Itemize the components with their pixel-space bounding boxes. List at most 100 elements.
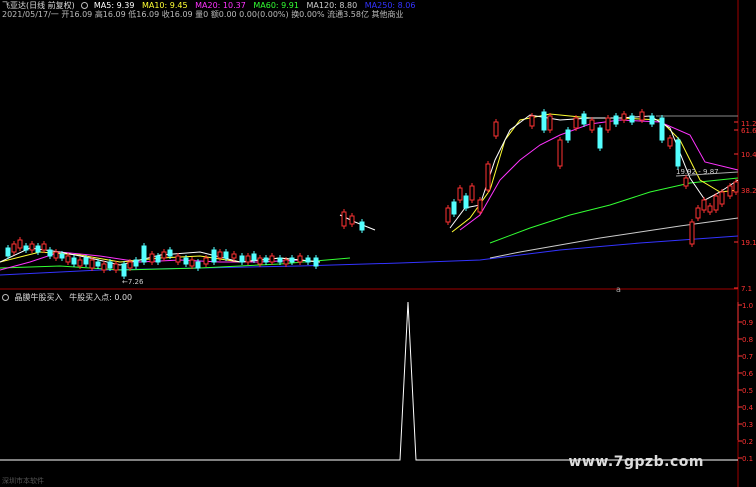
candle-up	[707, 205, 713, 213]
candle-up	[719, 191, 725, 205]
ind-label: 0.1	[742, 455, 754, 463]
candle-up	[269, 255, 275, 263]
price-label: 7.1	[741, 285, 753, 293]
candle-up	[701, 199, 707, 211]
ma20-label: MA20: 10.37	[195, 1, 246, 10]
candle-up	[485, 163, 491, 191]
candle-down	[463, 195, 469, 209]
candle-down	[359, 221, 365, 231]
candle-up	[101, 263, 107, 271]
low-price-marker: ←7.26	[122, 278, 144, 286]
candle-up	[65, 255, 71, 263]
indicator-spike-line	[0, 301, 738, 461]
quote-high: 高16.09	[94, 10, 126, 19]
candle-down	[541, 111, 547, 131]
ind-label: 1.0	[742, 302, 754, 310]
candle-down	[155, 255, 161, 263]
candle-down	[659, 117, 665, 141]
indicator-settings-icon[interactable]	[2, 294, 9, 301]
candle-down	[121, 263, 127, 277]
candle-down	[613, 115, 619, 125]
candle-up	[557, 139, 563, 167]
candle-down	[47, 249, 53, 257]
candle-down	[277, 257, 283, 263]
chart-canvas[interactable]	[0, 0, 756, 487]
candle-down	[649, 115, 655, 125]
ind-label: 0.7	[742, 353, 754, 361]
ma10-label: MA10: 9.45	[141, 1, 188, 10]
candle-up	[733, 181, 739, 193]
candle-up	[113, 263, 119, 271]
candle-up	[683, 177, 689, 187]
quote-volume: 量0	[195, 10, 209, 19]
candle-down	[141, 245, 147, 263]
candle-up	[713, 195, 719, 211]
ma60-line-right	[489, 177, 739, 244]
candle-up	[573, 117, 579, 129]
candle-down	[23, 245, 29, 251]
candle-down	[223, 251, 229, 259]
candle-up	[605, 117, 611, 131]
indicator-title: 晶膜牛股买入	[14, 293, 63, 302]
candle-up	[493, 121, 499, 137]
candle-down	[107, 261, 113, 269]
quote-open: 开16.09	[61, 10, 93, 19]
ind-label: 0.6	[742, 370, 754, 378]
candle-down	[263, 257, 269, 263]
quote-low: 低16.09	[128, 10, 160, 19]
candle-down	[83, 257, 89, 265]
price-label: 38.2	[741, 187, 756, 195]
price-label: 10.4	[741, 151, 756, 159]
candle-down	[5, 247, 11, 257]
candle-up	[189, 259, 195, 267]
candle-down	[597, 127, 603, 149]
candle-up	[689, 221, 695, 245]
settings-circle-icon[interactable]	[81, 2, 89, 9]
candle-up	[297, 255, 303, 263]
price-axis-ticks	[734, 121, 738, 289]
price-label: 19.1	[741, 239, 756, 247]
watermark: www.7gpzb.com	[568, 454, 704, 470]
candle-up	[149, 253, 155, 263]
ind-label: 0.5	[742, 387, 754, 395]
ma250-label: MA250: 8.06	[364, 1, 416, 10]
candle-down	[167, 249, 173, 257]
quote-amount: 额0.00	[210, 10, 237, 19]
quote-float: 流通3.58亿	[327, 10, 369, 19]
candle-up	[667, 137, 673, 147]
indicator-value: 牛股买入点: 0.00	[69, 293, 133, 302]
candle-down	[59, 253, 65, 259]
candle-up	[41, 243, 47, 251]
candle-up	[175, 255, 181, 263]
candle-down	[239, 255, 245, 263]
candle-up	[349, 215, 355, 225]
candle-up	[17, 239, 23, 249]
chart-mode-button[interactable]: a	[616, 285, 621, 294]
candle-up	[217, 251, 223, 259]
candle-up	[283, 259, 289, 265]
candle-up	[589, 119, 595, 131]
ind-label: 0.4	[742, 404, 754, 412]
candle-up	[477, 199, 483, 213]
candle-up	[53, 251, 59, 259]
candle-down	[133, 259, 139, 267]
candle-down	[451, 201, 457, 215]
candle-up	[341, 211, 347, 227]
quote-sector: 其他商业	[371, 10, 404, 19]
candle-down	[675, 139, 681, 167]
candle-up	[695, 207, 701, 219]
candle-down	[95, 261, 101, 267]
quote-close: 收16.09	[161, 10, 193, 19]
candle-down	[195, 261, 201, 269]
candle-up	[29, 243, 35, 251]
candle-up	[161, 251, 167, 259]
candle-up	[529, 115, 535, 127]
candle-up	[727, 185, 733, 197]
candle-up	[127, 261, 133, 269]
candle-up	[639, 111, 645, 121]
candle-down	[565, 129, 571, 141]
indicator-header: 晶膜牛股买入 牛股买入点: 0.00	[2, 293, 132, 303]
candle-up	[621, 113, 627, 121]
quote-turnover: 换0.00%	[291, 10, 325, 19]
candle-down	[629, 115, 635, 123]
